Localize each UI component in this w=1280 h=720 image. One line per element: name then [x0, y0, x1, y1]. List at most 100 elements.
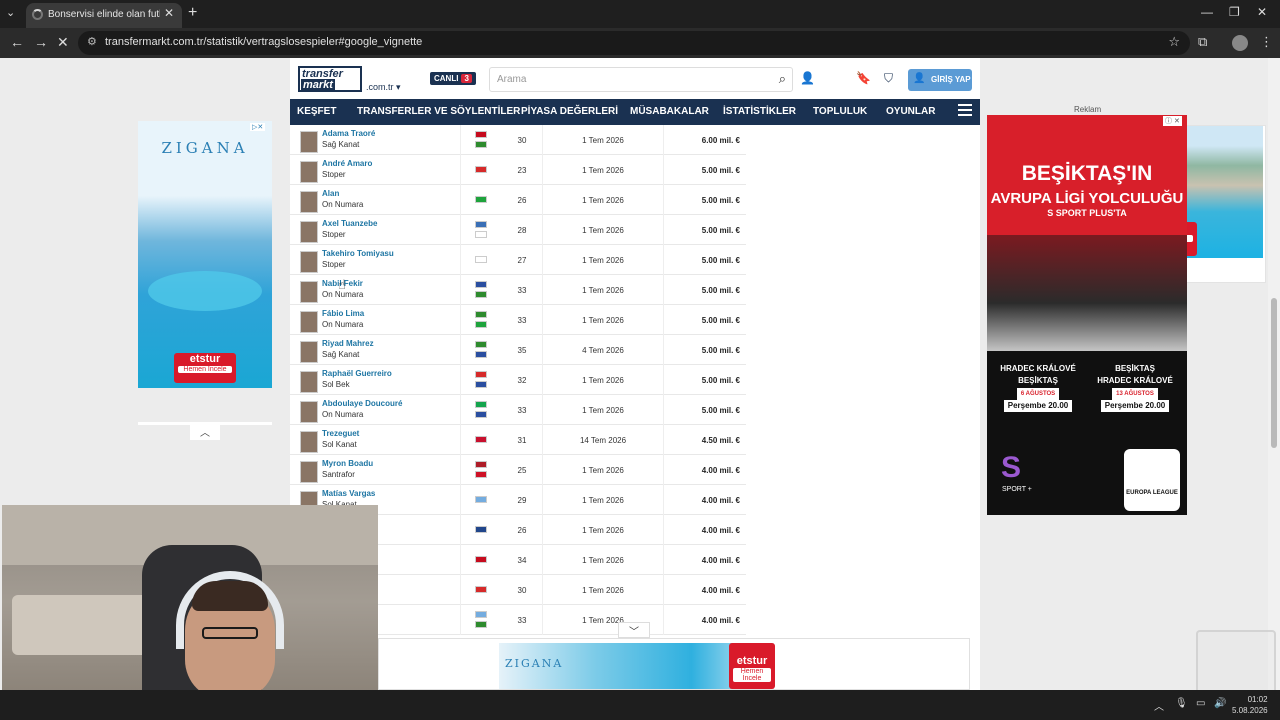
player-name-link[interactable]: Alan	[322, 189, 339, 198]
ad-pool-image	[148, 271, 262, 311]
player-name-link[interactable]: Adama Traoré	[322, 129, 375, 138]
table-row: Adama Traoré Sağ Kanat 30 1 Tem 2026 6.00 mi…	[290, 125, 746, 155]
page-scrollbar[interactable]	[1268, 58, 1280, 698]
player-name-link[interactable]: Fábio Lima	[322, 309, 364, 318]
player-avatar[interactable]	[300, 371, 318, 393]
system-clock[interactable]: 01:02 5.08.2026	[1232, 694, 1268, 716]
player-age: 30	[517, 136, 527, 145]
collapse-up-icon[interactable]: ︿	[190, 424, 220, 440]
etstur-logo[interactable]: etstur Hemen İncele	[174, 353, 236, 383]
site-info-icon[interactable]: ⚙	[87, 35, 97, 48]
nav-transfers[interactable]: TRANSFERLER VE SÖYLENTİLER	[357, 106, 520, 117]
bookmark-star-icon[interactable]: ☆	[1168, 34, 1180, 50]
nav-market-values[interactable]: PİYASA DEĞERLERİ	[521, 106, 618, 117]
ad-choices-icon[interactable]: ⓘ ✕	[1163, 116, 1182, 126]
address-bar[interactable]: ⚙ transfermarkt.com.tr/statistik/vertrag…	[78, 31, 1190, 55]
player-avatar[interactable]	[300, 221, 318, 243]
nationality-flag-icon	[475, 221, 487, 228]
player-search-icon[interactable]: 👤	[800, 71, 815, 85]
contract-end-date: 1 Tem 2026	[582, 496, 624, 505]
player-name-link[interactable]: Myron Boadu	[322, 459, 373, 468]
player-avatar[interactable]	[300, 281, 318, 303]
contract-end-date: 1 Tem 2026	[582, 316, 624, 325]
player-name-link[interactable]: Takehiro Tomiyasu	[322, 249, 394, 258]
tab-search-icon[interactable]: ⌄	[6, 6, 15, 19]
player-avatar[interactable]	[300, 401, 318, 423]
player-age: 33	[517, 286, 527, 295]
nationality-flag-icon	[475, 291, 487, 298]
nationality-flag-icon	[475, 341, 487, 348]
player-name-link[interactable]: Trezeguet	[322, 429, 359, 438]
tab-close-icon[interactable]: ✕	[164, 6, 174, 20]
bottom-ad-toggle-icon[interactable]: ﹀	[618, 622, 650, 638]
player-name-link[interactable]: Abdoulaye Doucouré	[322, 399, 402, 408]
hamburger-menu-icon[interactable]	[958, 104, 972, 116]
nav-statistics[interactable]: İSTATİSTİKLER	[723, 106, 796, 117]
player-avatar[interactable]	[300, 341, 318, 363]
transfermarkt-logo[interactable]: transfer markt	[298, 66, 362, 92]
restore-icon[interactable]: ❐	[1229, 5, 1240, 19]
etstur-logo[interactable]: etstur Hemen İncele	[729, 643, 775, 689]
nav-community[interactable]: TOPLULUK	[813, 106, 867, 117]
search-input[interactable]: Arama ⌕	[489, 67, 793, 92]
player-age: 30	[517, 586, 527, 595]
nav-games[interactable]: OYUNLAR	[886, 106, 935, 117]
window-close-icon[interactable]: ✕	[1257, 5, 1267, 19]
live-badge[interactable]: CANLI 3	[430, 72, 476, 85]
extensions-icon[interactable]: ⧉	[1198, 34, 1207, 50]
contract-end-date: 4 Tem 2026	[582, 346, 624, 355]
tray-expand-icon[interactable]: ︿	[1154, 698, 1164, 713]
webcam-overlay	[2, 505, 378, 720]
player-avatar[interactable]	[300, 461, 318, 483]
player-avatar[interactable]	[300, 431, 318, 453]
browser-menu-icon[interactable]: ⋮	[1260, 34, 1273, 50]
market-value: 4.00 mil. €	[701, 466, 740, 475]
player-avatar[interactable]	[300, 161, 318, 183]
sport-ad-banner[interactable]: ⓘ ✕ BEŞİKTAŞ'IN AVRUPA LİGİ YOLCULUĞU S …	[987, 115, 1187, 515]
player-name-link[interactable]: Raphaël Guerreiro	[322, 369, 392, 378]
scrollbar-thumb[interactable]	[1271, 298, 1277, 448]
browser-tab[interactable]: Bonservisi elinde olan futbolcul ✕	[26, 3, 182, 28]
nav-kesfet[interactable]: KEŞFET	[297, 106, 336, 117]
taskbar: ︿ 🎙 ▭ 🔊 01:02 5.08.2026	[0, 690, 1280, 720]
shield-icon[interactable]: ⛉	[884, 71, 893, 86]
table-row: Alan On Numara 26 1 Tem 2026 5.00 mil. €	[290, 185, 746, 215]
player-avatar[interactable]	[300, 251, 318, 273]
market-value: 5.00 mil. €	[701, 376, 740, 385]
player-position: On Numara	[322, 200, 364, 209]
stop-icon[interactable]: ✕	[57, 34, 69, 51]
market-value: 4.00 mil. €	[701, 616, 740, 625]
watchlist-icon[interactable]: 🔖	[856, 71, 871, 85]
main-navigation: KEŞFET TRANSFERLER VE SÖYLENTİLER PİYASA…	[290, 99, 980, 125]
player-age: 26	[517, 196, 527, 205]
search-icon[interactable]: ⌕	[779, 71, 786, 87]
microphone-icon[interactable]: 🎙	[1175, 698, 1188, 709]
table-row: Nabil Fekir On Numara 33 1 Tem 2026 5.00 mil…	[290, 275, 746, 305]
profile-avatar[interactable]	[1232, 35, 1248, 51]
player-name-link[interactable]: Riyad Mahrez	[322, 339, 374, 348]
europa-league-logo: EUROPA LEAGUE	[1124, 449, 1180, 511]
new-tab-icon[interactable]: +	[188, 4, 197, 22]
nationality-flag-icon	[475, 436, 487, 443]
minimize-icon[interactable]: —	[1201, 5, 1213, 19]
volume-icon[interactable]: 🔊	[1214, 698, 1226, 709]
player-avatar[interactable]	[300, 131, 318, 153]
login-button[interactable]: 👤 GİRİŞ YAP	[908, 69, 972, 91]
domain-selector[interactable]: .com.tr ▾	[366, 82, 401, 93]
network-icon[interactable]: ▭	[1196, 698, 1205, 709]
forward-icon[interactable]: →	[34, 34, 48, 50]
player-name-link[interactable]: Matías Vargas	[322, 489, 375, 498]
bottom-ad-banner[interactable]: ZIGANA etstur Hemen İncele	[378, 638, 970, 690]
player-name-link[interactable]: André Amaro	[322, 159, 372, 168]
player-avatar[interactable]	[300, 191, 318, 213]
nationality-flag-icon	[475, 496, 487, 503]
contract-end-date: 1 Tem 2026	[582, 586, 624, 595]
browser-tab-bar: ⌄ Bonservisi elinde olan futbolcul ✕ + —…	[0, 0, 1280, 28]
player-name-link[interactable]: Axel Tuanzebe	[322, 219, 377, 228]
player-avatar[interactable]	[300, 311, 318, 333]
ad-choices-icon[interactable]: ▷✕	[250, 123, 266, 131]
back-icon[interactable]: ←	[10, 34, 24, 50]
nationality-flag-icon	[475, 401, 487, 408]
left-ad-banner[interactable]: ZIGANA etstur Hemen İncele ▷✕	[138, 121, 272, 388]
nav-competitions[interactable]: MÜSABAKALAR	[630, 106, 709, 117]
